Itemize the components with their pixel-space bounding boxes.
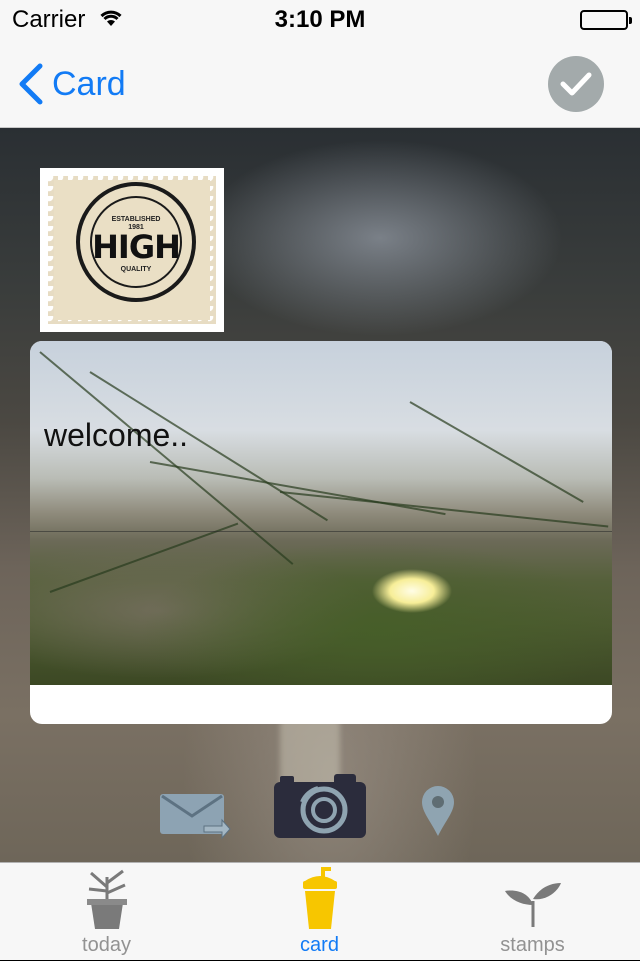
tab-today[interactable]: today — [0, 863, 213, 961]
tab-today-label: today — [82, 934, 131, 956]
stamp-quality: QUALITY — [120, 266, 152, 273]
tab-card-label: card — [300, 934, 339, 956]
card-editor-background: ESTABLISHED 1981 HIGH QUALITY welcome.. — [0, 128, 640, 862]
sprout-icon — [504, 883, 561, 927]
back-button-label: Card — [52, 64, 126, 103]
stamp-established: ESTABLISHED — [111, 216, 161, 223]
mail-forward-icon[interactable] — [158, 792, 232, 840]
chevron-left-icon — [19, 63, 43, 105]
stamp-seal: ESTABLISHED 1981 HIGH QUALITY — [76, 182, 196, 302]
drink-cup-icon — [302, 867, 337, 929]
plant-pot-icon — [86, 869, 127, 929]
checkmark-icon — [560, 72, 592, 96]
status-time: 3:10 PM — [274, 6, 366, 33]
map-pin-icon[interactable] — [420, 784, 456, 838]
card-divider-line — [30, 531, 612, 532]
tab-stamps[interactable]: stamps — [426, 863, 639, 961]
tab-bar: today card stamps — [0, 862, 640, 960]
status-bar: Carrier 3:10 PM — [0, 0, 640, 40]
confirm-button[interactable] — [548, 56, 604, 112]
navigation-bar: Card — [0, 40, 640, 128]
card-photo — [30, 341, 612, 685]
action-row — [0, 774, 640, 844]
stamp-image[interactable]: ESTABLISHED 1981 HIGH QUALITY — [40, 168, 224, 332]
tab-stamps-label: stamps — [500, 934, 565, 956]
stamp-title: HIGH — [92, 228, 181, 266]
card-message[interactable]: welcome.. — [44, 417, 188, 454]
back-button[interactable]: Card — [14, 60, 126, 108]
camera-icon[interactable] — [272, 774, 368, 840]
greeting-card[interactable]: welcome.. — [30, 341, 612, 724]
stamp-face: ESTABLISHED 1981 HIGH QUALITY — [54, 180, 210, 320]
battery-icon — [580, 10, 632, 30]
tab-card[interactable]: card — [213, 863, 426, 961]
